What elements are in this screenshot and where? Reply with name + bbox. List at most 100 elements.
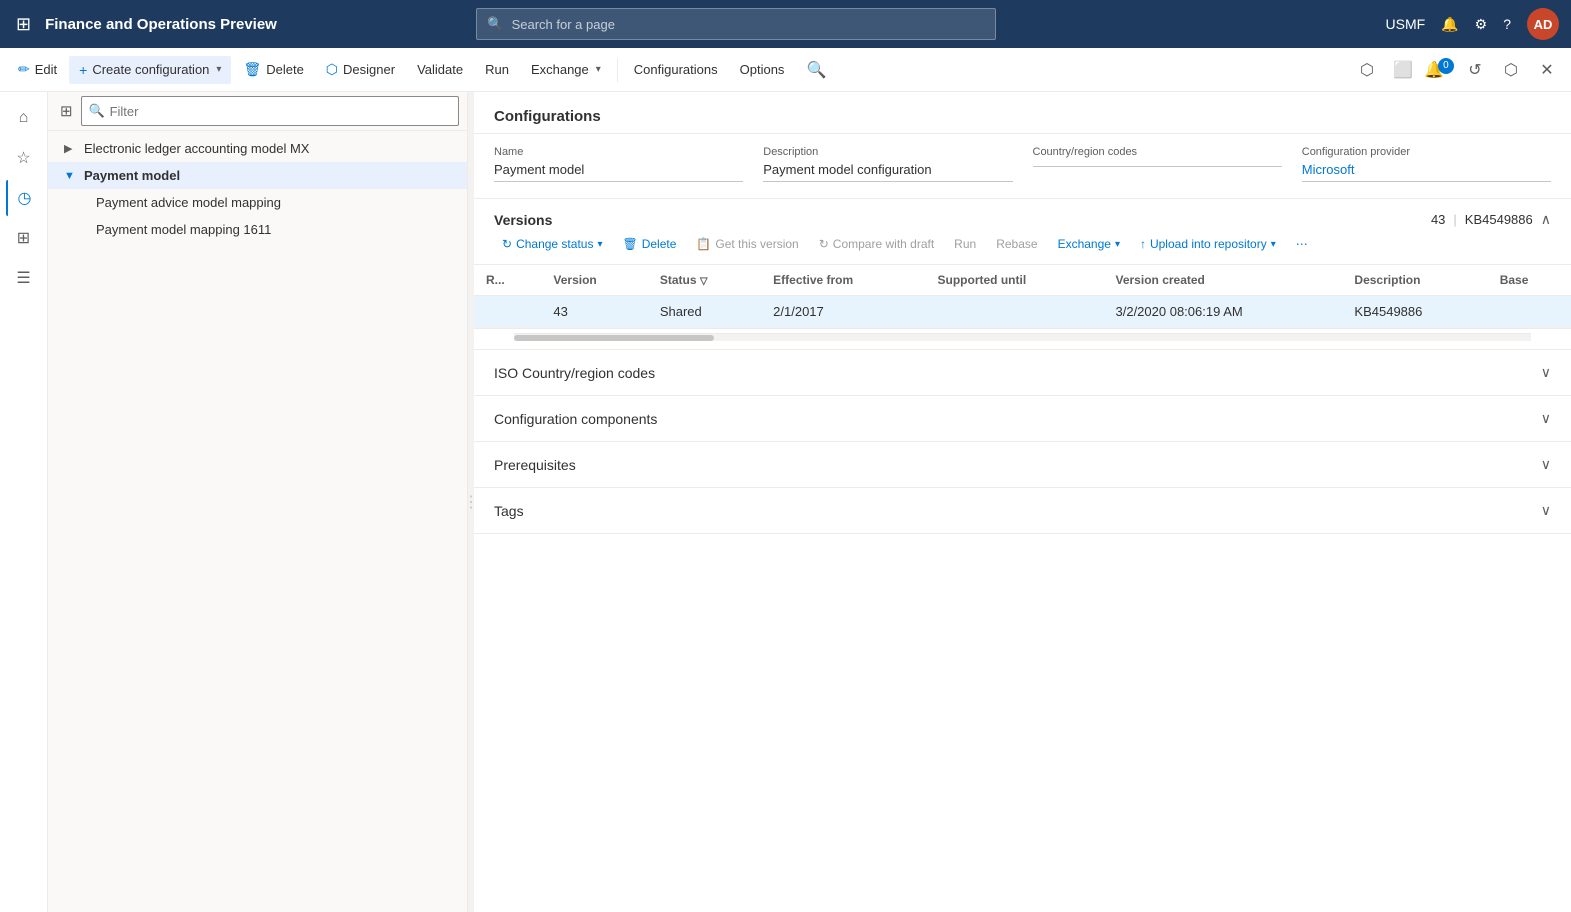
field-name-label: Name (494, 146, 743, 158)
avatar[interactable]: AD (1527, 8, 1559, 40)
grid-icon[interactable]: ⊞ (12, 10, 35, 39)
badge-btn[interactable]: 🔔 0 (1423, 54, 1455, 86)
tree-label-advice: Payment advice model mapping (96, 195, 281, 210)
global-search[interactable]: 🔍 (476, 8, 996, 40)
run-button[interactable]: Run (475, 56, 519, 83)
iso-country-header[interactable]: ISO Country/region codes ∨ (474, 350, 1571, 395)
upload-icon: ↑ (1140, 237, 1146, 251)
upload-repository-btn[interactable]: ↑ Upload into repository ▾ (1132, 232, 1284, 256)
cell-version-created: 3/2/2020 08:06:19 AM (1104, 296, 1343, 328)
create-configuration-button[interactable]: + Create configuration (69, 56, 231, 84)
field-desc-label: Description (763, 146, 1012, 158)
tree-items: ▶ Electronic ledger accounting model MX … (48, 131, 467, 912)
versions-delete-btn[interactable]: 🗑 Delete (614, 232, 684, 256)
search-toolbar-icon[interactable]: 🔍 (796, 54, 836, 86)
toolbar-divider (617, 58, 618, 82)
cell-status: Shared (648, 296, 761, 328)
notification-icon[interactable]: 🔔 (1441, 16, 1458, 33)
options-tab[interactable]: Options (730, 56, 795, 83)
get-version-icon: 📋 (696, 237, 711, 251)
home-icon-btn[interactable]: ⌂ (6, 100, 42, 136)
change-status-btn[interactable]: ↻ Change status ▾ (494, 232, 610, 256)
prerequisites-header[interactable]: Prerequisites ∨ (474, 442, 1571, 487)
config-components-header[interactable]: Configuration components ∨ (474, 396, 1571, 441)
compare-icon: ↻ (819, 237, 829, 251)
field-desc-value: Payment model configuration (763, 162, 1012, 182)
tree-filter-input[interactable] (81, 96, 459, 126)
versions-run-btn[interactable]: Run (946, 232, 984, 256)
versions-exchange-btn[interactable]: Exchange ▾ (1050, 232, 1128, 256)
workspaces-icon-btn[interactable]: ⊞ (6, 220, 42, 256)
col-version: Version (541, 265, 647, 296)
validate-button[interactable]: Validate (407, 56, 473, 83)
favorites-icon-btn[interactable]: ☆ (6, 140, 42, 176)
col-base: Base (1488, 265, 1571, 296)
field-provider: Configuration provider Microsoft (1302, 146, 1551, 182)
upload-chevron: ▾ (1271, 239, 1276, 250)
resize-handle[interactable] (468, 92, 474, 912)
settings-icon[interactable]: ⚙ (1475, 16, 1488, 33)
versions-toolbar: ↻ Change status ▾ 🗑 Delete 📋 Get this ve… (474, 228, 1571, 265)
config-fields: Name Payment model Description Payment m… (474, 134, 1571, 199)
prerequisites-chevron: ∨ (1541, 456, 1551, 473)
close-btn[interactable]: ✕ (1531, 54, 1563, 86)
configurations-tab[interactable]: Configurations (624, 56, 728, 83)
exchange-button[interactable]: Exchange (521, 56, 611, 83)
tree-filter-icon-btn[interactable]: ⊞ (56, 98, 77, 124)
col-supported-until: Supported until (926, 265, 1104, 296)
tree-item-payment-model[interactable]: ▼ Payment model (48, 162, 467, 189)
tree-item-payment-advice[interactable]: Payment advice model mapping (48, 189, 467, 216)
recent-icon-btn[interactable]: ◷ (6, 180, 42, 216)
rebase-btn[interactable]: Rebase (988, 232, 1045, 256)
status-filter-icon[interactable]: ▽ (700, 276, 708, 287)
edit-button[interactable]: ✏ Edit (8, 55, 67, 84)
delete-button[interactable]: 🗑 Delete (233, 55, 313, 84)
main-toolbar: ✏ Edit + Create configuration 🗑 Delete ⬡… (0, 48, 1571, 92)
open-new-btn[interactable]: ⬡ (1495, 54, 1527, 86)
tree-item-payment-mapping[interactable]: Payment model mapping 1611 (48, 216, 467, 243)
more-options-btn[interactable]: ⋯ (1288, 232, 1316, 256)
get-this-version-btn[interactable]: 📋 Get this version (688, 232, 806, 256)
field-provider-value[interactable]: Microsoft (1302, 162, 1551, 182)
version-divider: | (1453, 212, 1456, 227)
shield-icon-btn[interactable]: ⬡ (1351, 54, 1383, 86)
expand-icon-btn[interactable]: ⬜ (1387, 54, 1419, 86)
designer-icon: ⬡ (326, 61, 338, 78)
version-info: 43 | KB4549886 ∧ (1431, 211, 1551, 228)
search-input[interactable] (512, 17, 986, 32)
tree-item-elec-ledger[interactable]: ▶ Electronic ledger accounting model MX (48, 135, 467, 162)
config-components-title: Configuration components (494, 411, 657, 427)
cell-r (474, 296, 541, 328)
field-provider-label: Configuration provider (1302, 146, 1551, 158)
tags-header[interactable]: Tags ∨ (474, 488, 1571, 533)
modules-icon-btn[interactable]: ☰ (6, 260, 42, 296)
cell-version: 43 (541, 296, 647, 328)
versions-table: R... Version Status ▽ Effective from (474, 265, 1571, 328)
versions-title: Versions (494, 212, 552, 228)
col-description: Description (1342, 265, 1487, 296)
exchange-chevron: ▾ (1115, 239, 1120, 250)
filter-search-icon: 🔍 (89, 103, 105, 119)
field-country-value (1033, 162, 1282, 167)
expand-icon-payment: ▼ (64, 170, 78, 182)
compare-draft-btn[interactable]: ↻ Compare with draft (811, 232, 942, 256)
change-status-chevron: ▾ (597, 239, 602, 250)
config-components-chevron: ∨ (1541, 410, 1551, 427)
designer-button[interactable]: ⬡ Designer (316, 55, 405, 84)
h-scroll-thumb[interactable] (514, 335, 714, 341)
field-country: Country/region codes (1033, 146, 1282, 182)
table-row[interactable]: 43 Shared 2/1/2017 3/2/2020 08:06:19 AM … (474, 296, 1571, 328)
h-scroll-bar[interactable] (514, 333, 1531, 341)
toolbar-nav-right: ⬡ ⬜ 🔔 0 ↺ ⬡ ✕ (1351, 54, 1563, 86)
refresh-btn[interactable]: ↺ (1459, 54, 1491, 86)
versions-table-scroll[interactable]: R... Version Status ▽ Effective from (474, 265, 1571, 329)
versions-collapse-btn[interactable]: ∧ (1541, 211, 1551, 228)
cell-base (1488, 296, 1571, 328)
h-scroll-area (474, 329, 1571, 349)
main-layout: ⌂ ☆ ◷ ⊞ ☰ ⊞ 🔍 ▶ Electronic ledger accoun… (0, 92, 1571, 912)
tree-panel: ⊞ 🔍 ▶ Electronic ledger accounting model… (48, 92, 468, 912)
tags-title: Tags (494, 503, 524, 519)
iso-country-section: ISO Country/region codes ∨ (474, 350, 1571, 396)
help-icon[interactable]: ? (1503, 16, 1511, 32)
expand-icon-elec: ▶ (64, 142, 78, 155)
